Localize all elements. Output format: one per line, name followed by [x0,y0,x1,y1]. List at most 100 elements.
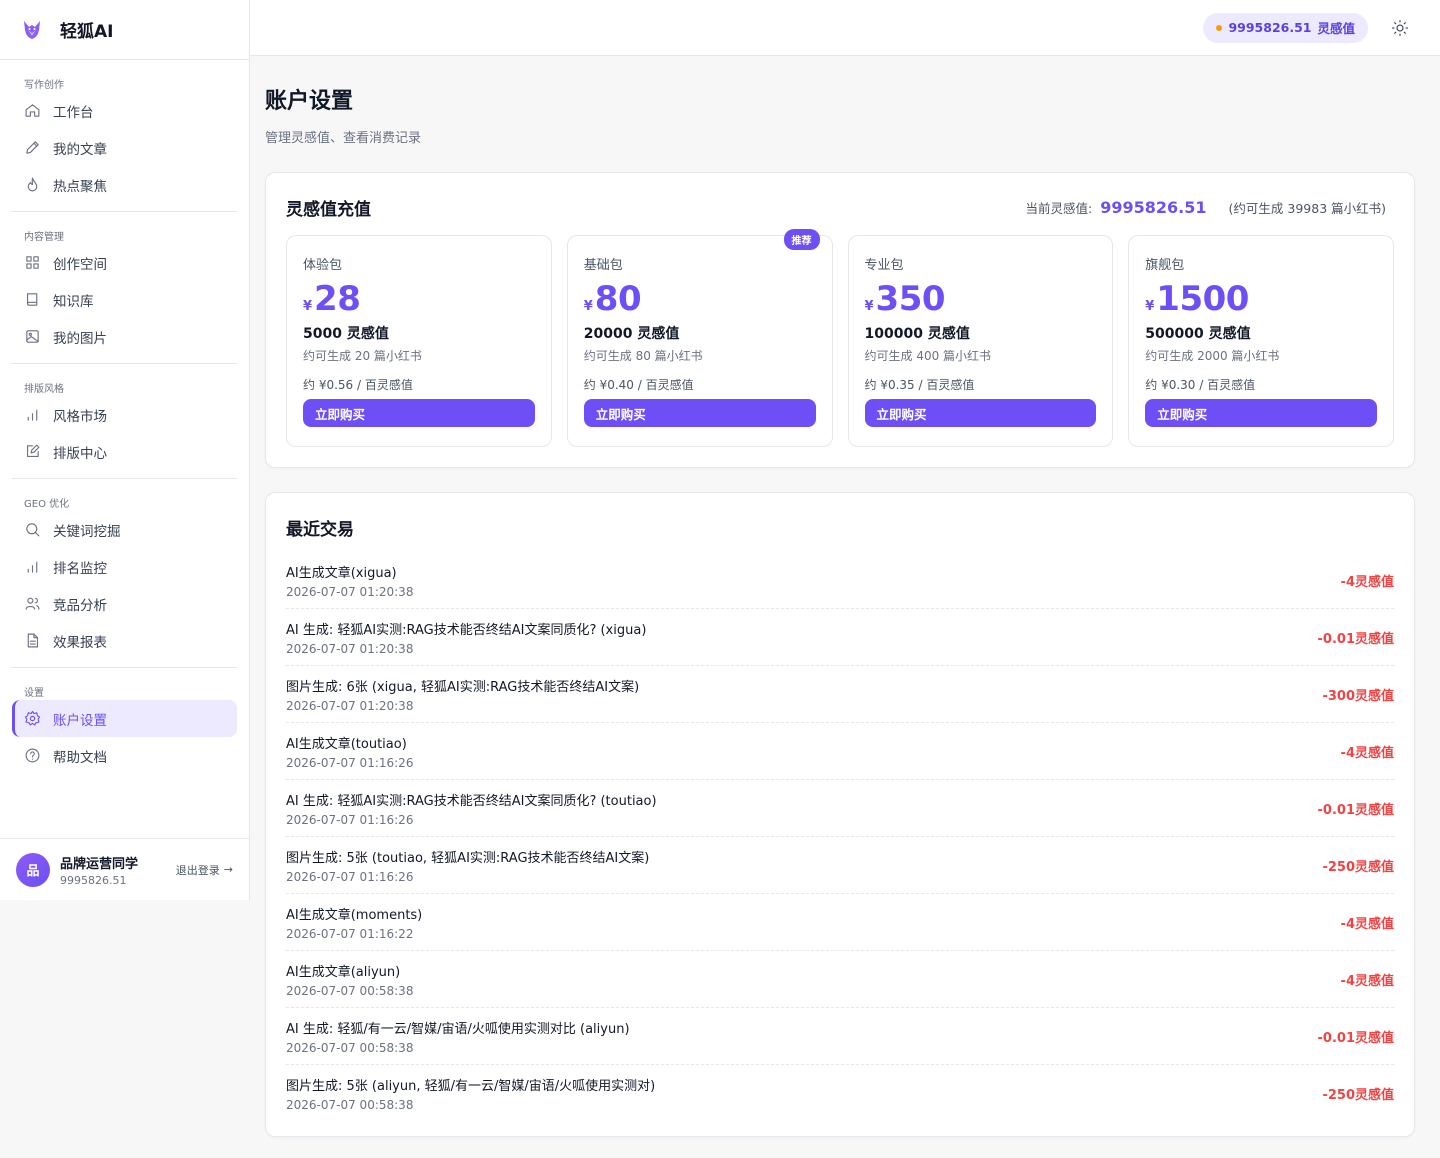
sidebar-item-label: 风格市场 [53,408,107,425]
pack-card-flagship: 旗舰包 ¥ 1500 500000 灵感值 约可生成 2000 篇小红书 约 ¥… [1128,235,1394,447]
main-content: 账户设置 管理灵感值、查看消费记录 灵感值充值 当前灵感值: 9995826.5… [265,56,1415,1137]
sidebar-item-help-docs[interactable]: 帮助文档 [12,737,237,774]
pack-price: ¥ 80 [584,279,816,319]
sidebar-item-keyword-mining[interactable]: 关键词挖掘 [12,511,237,548]
balance-value: 9995826.51 [1228,20,1312,35]
transaction-info: AI生成文章(xigua) 2026-07-07 01:20:38 [286,562,413,599]
transaction-time: 2026-07-07 00:58:38 [286,983,414,998]
nav-section-settings: 设置 账户设置 帮助文档 [12,668,237,782]
sidebar-item-competitor-analysis[interactable]: 竞品分析 [12,585,237,622]
transaction-row: AI生成文章(toutiao) 2026-07-07 01:16:26 -4灵感… [286,723,1394,780]
transaction-amount: -4灵感值 [1340,574,1394,590]
transaction-list: AI生成文章(xigua) 2026-07-07 01:20:38 -4灵感值 … [286,552,1394,1122]
page-title: 账户设置 [265,89,354,114]
gear-icon [24,710,41,727]
transaction-row: AI生成文章(moments) 2026-07-07 01:16:22 -4灵感… [286,894,1394,951]
pen-icon [24,139,41,156]
transaction-time: 2026-07-07 01:16:26 [286,869,414,884]
transaction-info: 图片生成: 5张 (aliyun, 轻狐/有一云/智媒/宙语/火呱使用实测对) … [286,1075,655,1112]
sidebar-nav: 写作创作 工作台 我的文章 热点聚焦 内容管理 创作空间 知识库 我的图片 排版… [0,60,249,782]
buy-button[interactable]: 立即购买 [1145,399,1377,427]
transaction-row: AI生成文章(xigua) 2026-07-07 01:20:38 -4灵感值 [286,552,1394,609]
pack-unit-price: 约 ¥0.40 / 百灵感值 [583,378,694,392]
pack-card-trial: 体验包 ¥ 28 5000 灵感值 约可生成 20 篇小红书 约 ¥0.56 /… [286,235,552,447]
sidebar-item-knowledge-base[interactable]: 知识库 [12,281,237,318]
transaction-time: 2026-07-07 00:58:38 [286,1040,414,1055]
transaction-desc: AI生成文章(xigua) [286,565,397,581]
sidebar-item-rank-monitor[interactable]: 排名监控 [12,548,237,585]
price-amount: 28 [314,279,361,319]
grid-icon [24,254,41,271]
transaction-row: AI 生成: 轻狐AI实测:RAG技术能否终结AI文案同质化? (toutiao… [286,780,1394,837]
sidebar-item-workbench[interactable]: 工作台 [12,92,237,129]
bar-chart-icon [24,406,41,423]
transaction-row: 图片生成: 5张 (toutiao, 轻狐AI实测:RAG技术能否终结AI文案)… [286,837,1394,894]
price-amount: 80 [594,279,642,319]
transaction-desc: AI生成文章(moments) [286,907,423,923]
current-balance-estimate: (约可生成 39983 篇小红书) [1228,200,1386,216]
nav-section-title: 设置 [24,688,44,699]
sidebar-item-label: 关键词挖掘 [53,523,121,540]
transaction-info: AI 生成: 轻狐AI实测:RAG技术能否终结AI文案同质化? (xigua) … [286,619,646,656]
transaction-desc: 图片生成: 5张 (toutiao, 轻狐AI实测:RAG技术能否终结AI文案) [286,850,650,866]
pack-credits: 20000 灵感值 [583,326,680,342]
coin-dot-icon [1216,24,1223,31]
sidebar-item-account-settings[interactable]: 账户设置 [12,700,237,737]
nav-section-layout: 排版风格 风格市场 排版中心 [12,364,237,479]
transaction-amount: -0.01灵感值 [1317,631,1394,647]
transaction-info: AI生成文章(moments) 2026-07-07 01:16:22 [286,904,422,941]
help-icon [24,747,41,764]
avatar[interactable]: 品 [16,852,50,887]
sidebar-item-label: 工作台 [53,104,94,121]
buy-button[interactable]: 立即购买 [864,399,1097,427]
recommended-badge: 推荐 [783,229,820,250]
transactions-card: 最近交易 AI生成文章(xigua) 2026-07-07 01:20:38 -… [265,492,1415,1137]
transaction-time: 2026-07-07 01:16:26 [286,812,414,827]
pack-desc: 约可生成 80 篇小红书 [583,349,703,363]
page-subtitle: 管理灵感值、查看消费记录 [265,131,422,146]
recharge-card: 灵感值充值 当前灵感值: 9995826.51 (约可生成 39983 篇小红书… [265,172,1415,468]
image-icon [24,328,41,345]
pack-desc: 约可生成 400 篇小红书 [864,349,992,363]
brand[interactable]: 轻狐AI [0,0,249,60]
transaction-time: 2026-07-07 01:20:38 [286,698,414,713]
transaction-info: AI生成文章(toutiao) 2026-07-07 01:16:26 [286,733,413,770]
sidebar-item-layout-center[interactable]: 排版中心 [12,433,237,470]
transaction-desc: 图片生成: 6张 (xigua, 轻狐AI实测:RAG技术能否终结AI文案) [286,679,640,695]
sidebar-item-creative-space[interactable]: 创作空间 [12,244,237,281]
nav-section-title: GEO 优化 [24,499,70,510]
transaction-row: AI生成文章(aliyun) 2026-07-07 00:58:38 -4灵感值 [286,951,1394,1008]
users-icon [24,595,41,612]
nav-section-geo: GEO 优化 关键词挖掘 排名监控 竞品分析 效果报表 [12,479,237,668]
logout-button[interactable]: 退出登录 → [176,862,233,878]
sidebar-item-my-images[interactable]: 我的图片 [12,318,237,355]
pack-price: ¥ 350 [865,279,1097,319]
sidebar-item-label: 我的文章 [53,141,107,158]
sidebar-item-my-articles[interactable]: 我的文章 [12,129,237,166]
buy-button[interactable]: 立即购买 [583,399,816,427]
logout-label: 退出登录 [175,863,220,877]
fox-logo-icon [24,20,40,39]
pack-credits: 5000 灵感值 [303,326,389,342]
theme-toggle-button[interactable] [1390,18,1410,38]
transaction-time: 2026-07-07 01:16:26 [286,755,414,770]
transaction-amount: -0.01灵感值 [1317,802,1394,818]
book-icon [24,291,41,308]
nav-section-title: 内容管理 [24,232,64,243]
sidebar-item-style-market[interactable]: 风格市场 [12,396,237,433]
file-icon [24,632,41,649]
balance-pill[interactable]: 9995826.51 灵感值 [1203,12,1368,43]
sidebar: 轻狐AI 写作创作 工作台 我的文章 热点聚焦 内容管理 创作空间 知识库 我的… [0,0,250,900]
nav-section-writing: 写作创作 工作台 我的文章 热点聚焦 [12,60,237,212]
sidebar-item-performance-report[interactable]: 效果报表 [12,622,237,659]
sidebar-item-label: 效果报表 [53,634,107,651]
buy-button[interactable]: 立即购买 [303,399,535,427]
pack-name: 旗舰包 [1145,258,1185,273]
nav-section-title: 写作创作 [24,80,64,91]
transaction-amount: -0.01灵感值 [1317,1030,1394,1046]
sidebar-item-label: 创作空间 [53,256,107,273]
current-balance: 当前灵感值: 9995826.51 (约可生成 39983 篇小红书) [1026,198,1386,217]
sidebar-item-hot-topics[interactable]: 热点聚焦 [12,166,237,203]
edit-icon [24,443,41,460]
balance-unit: 灵感值 [1317,21,1355,36]
